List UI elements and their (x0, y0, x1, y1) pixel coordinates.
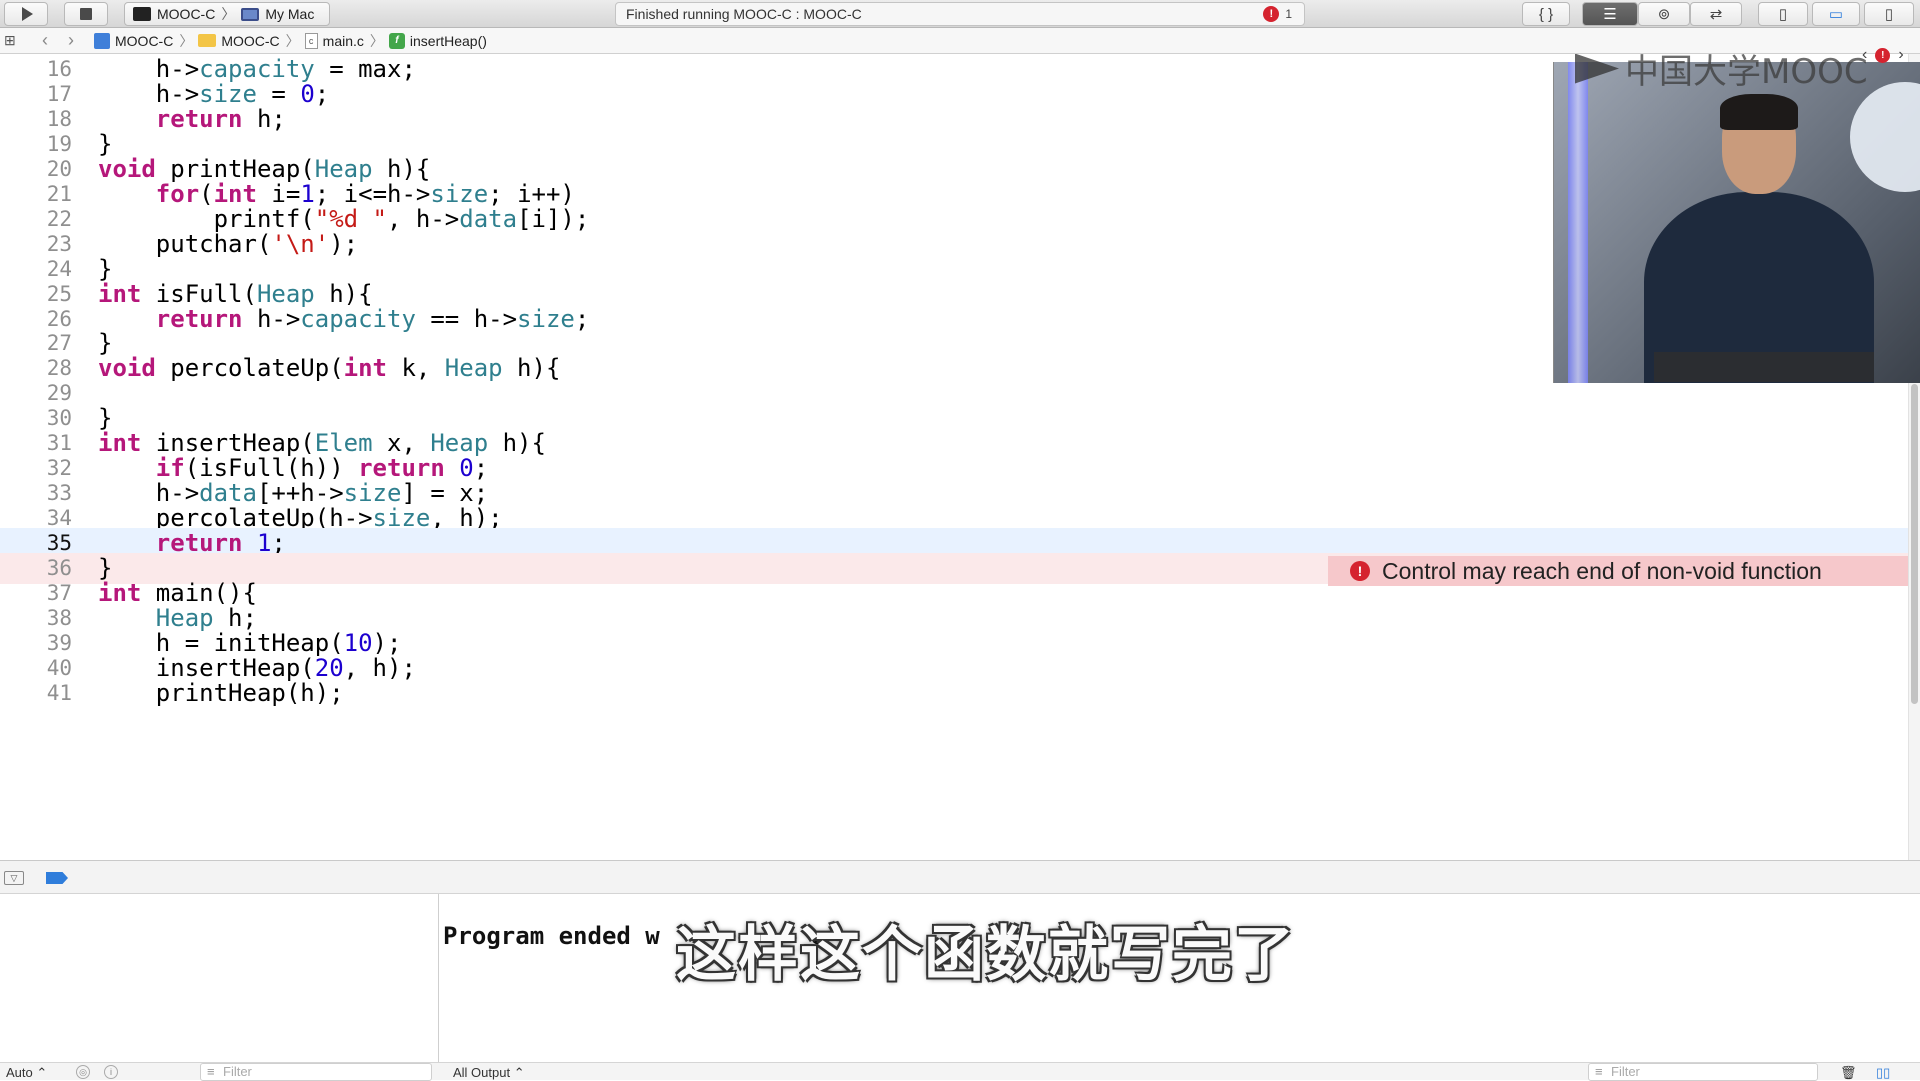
bottom-panel-icon: ▭ (1828, 6, 1844, 23)
instructor-video (1553, 62, 1920, 383)
mac-laptop-icon (241, 7, 260, 21)
library-button[interactable]: { } (1522, 2, 1570, 26)
standard-editor-button[interactable]: ☰ (1582, 2, 1638, 26)
run-button[interactable] (4, 2, 48, 26)
chevron-right-icon: 〉 (369, 32, 384, 49)
breadcrumb-label: insertHeap() (409, 32, 487, 49)
stop-icon (80, 8, 92, 20)
console-filter-input[interactable]: Filter (1588, 1063, 1818, 1081)
version-editor-button[interactable]: ⇄ (1690, 2, 1742, 26)
issue-navigator: ‹ ! › (1862, 46, 1904, 64)
output-selector[interactable]: All Output ⌃ (453, 1065, 525, 1081)
venn-icon: ⊚ (1657, 6, 1671, 23)
function-icon: f (388, 32, 405, 49)
info-icon: i (104, 1065, 118, 1079)
breadcrumb-file[interactable]: c main.c (304, 32, 364, 49)
output-label: All Output ⌃ (453, 1065, 525, 1080)
error-message: Control may reach end of non-void functi… (1382, 557, 1822, 584)
activity-view: Finished running MOOC-C : MOOC-C ! 1 (615, 2, 1305, 26)
breadcrumb-project[interactable]: MOOC-C (94, 32, 174, 49)
studio-lamp (1850, 82, 1920, 192)
next-issue-icon[interactable]: › (1898, 46, 1903, 64)
studio-light (1568, 62, 1588, 383)
assistant-editor-button[interactable]: ⊚ (1638, 2, 1690, 26)
toggle-debug-area-button[interactable]: ▭ (1812, 2, 1860, 26)
filter-placeholder: Filter (223, 1064, 252, 1079)
terminal-app-icon (133, 7, 151, 21)
prev-issue-icon[interactable]: ‹ (1862, 46, 1867, 64)
auto-label: Auto ⌃ (6, 1065, 48, 1080)
clear-console-button[interactable]: 🗑 (1840, 1065, 1857, 1081)
breadcrumb-folder[interactable]: MOOC-C (198, 32, 280, 49)
instructor-hair (1720, 94, 1798, 130)
code-line[interactable]: 41 printHeap(h); (0, 678, 1908, 709)
error-annotation[interactable]: ! Control may reach end of non-void func… (1328, 556, 1908, 586)
project-icon (94, 32, 110, 49)
split-view-button[interactable]: ▯▯ (1876, 1065, 1890, 1081)
error-icon[interactable]: ! (1875, 47, 1891, 63)
video-subtitle: 这样这个函数就写完了 (676, 920, 1296, 990)
breadcrumb-label: main.c (322, 32, 364, 49)
braces-icon: { } (1538, 5, 1554, 23)
chevron-right-icon: 〉 (179, 32, 194, 49)
destination-name: My Mac (265, 6, 315, 22)
hide-debug-area-icon[interactable]: ▽ (4, 871, 24, 885)
error-count: 1 (1285, 7, 1292, 21)
debug-footer: Auto ⌃ ◎ i Filter All Output ⌃ Filter 🗑 … (0, 1062, 1920, 1081)
chevron-right-icon: 〉 (285, 32, 300, 49)
error-icon: ! (1350, 561, 1370, 581)
filter-placeholder: Filter (1611, 1064, 1640, 1079)
chevron-right-icon: 〉 (221, 6, 236, 22)
eye-icon: ◎ (76, 1065, 90, 1079)
related-items-icon[interactable]: ⊞ (4, 32, 22, 49)
code-text: printHeap(h); (98, 678, 344, 707)
breadcrumb-label: MOOC-C (221, 32, 280, 49)
info-button[interactable]: i (104, 1065, 118, 1079)
auto-scope-selector[interactable]: Auto ⌃ (6, 1065, 47, 1081)
activity-status: Finished running MOOC-C : MOOC-C (626, 6, 862, 22)
scrollbar-thumb[interactable] (1911, 384, 1918, 704)
breadcrumb-function[interactable]: f insertHeap() (388, 32, 487, 49)
quick-look-button[interactable]: ◎ (76, 1065, 90, 1079)
lines-icon: ☰ (1603, 6, 1617, 23)
scheme-name: MOOC-C (157, 6, 216, 22)
error-icon: ! (1263, 6, 1280, 22)
activity-issues[interactable]: ! 1 (1263, 6, 1292, 22)
variables-view[interactable] (0, 894, 439, 1064)
play-icon (22, 7, 33, 21)
variables-filter-input[interactable]: Filter (200, 1063, 432, 1081)
swap-arrows-icon: ⇄ (1709, 6, 1723, 23)
toolbar: MOOC-C 〉 My Mac Finished running MOOC-C … (0, 0, 1920, 28)
split-pane-icon: ▯▯ (1876, 1065, 1891, 1080)
scheme-selector[interactable]: MOOC-C 〉 My Mac (124, 2, 330, 26)
breadcrumb-label: MOOC-C (115, 32, 174, 49)
forward-arrow-icon[interactable]: › (68, 30, 74, 51)
trash-icon: 🗑 (1840, 1065, 1857, 1080)
stop-button[interactable] (64, 2, 108, 26)
breakpoints-toggle-icon[interactable] (46, 872, 68, 884)
folder-icon (198, 34, 217, 47)
mooc-logo-text: 中国大学MOOC (1625, 52, 1868, 92)
debug-bar: ▽ (0, 860, 1920, 894)
mooc-logo-icon (1575, 53, 1619, 84)
back-arrow-icon[interactable]: ‹ (42, 30, 48, 51)
right-panel-icon: ▯ (1884, 6, 1894, 23)
line-number: 41 (46, 680, 72, 705)
left-panel-icon: ▯ (1778, 6, 1788, 23)
mooc-watermark: 中国大学MOOC (1575, 44, 1868, 93)
laptop (1654, 352, 1874, 382)
c-file-icon: c (304, 32, 318, 49)
toggle-navigator-button[interactable]: ▯ (1758, 2, 1808, 26)
toggle-inspector-button[interactable]: ▯ (1864, 2, 1914, 26)
